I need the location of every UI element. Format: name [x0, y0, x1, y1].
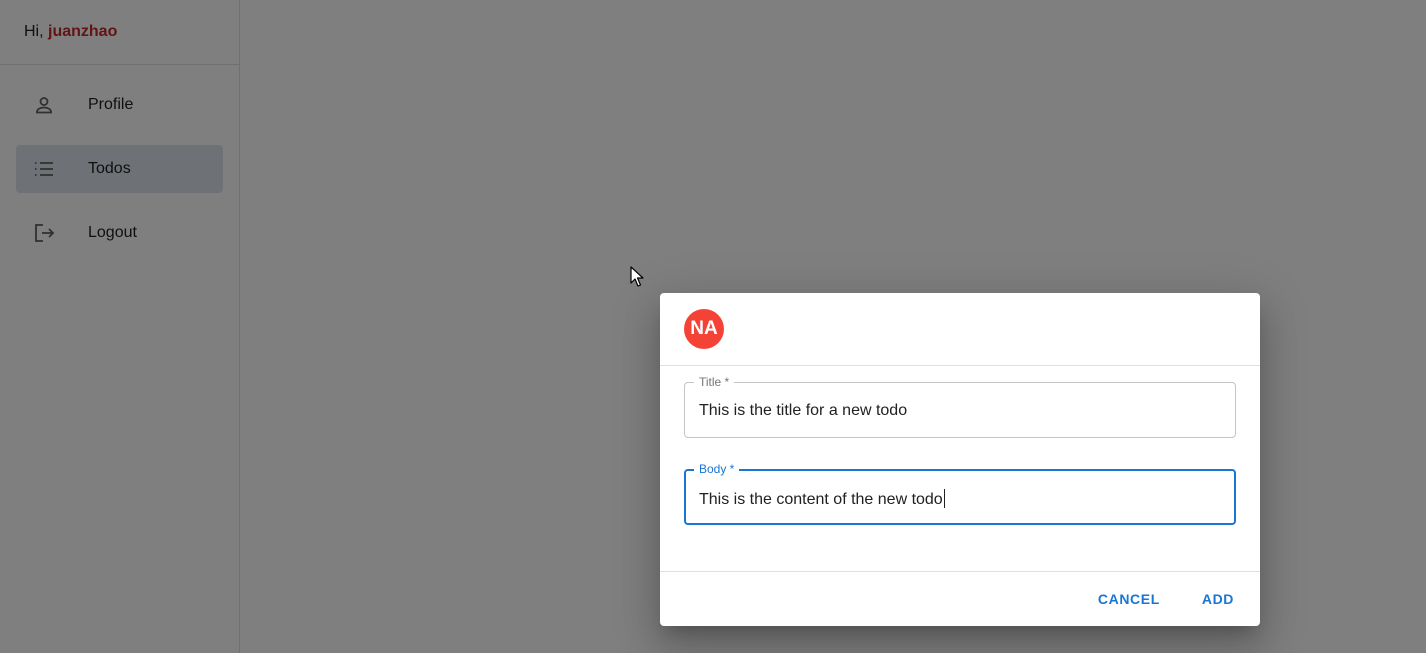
body-input-wrapper[interactable]: This is the content of the new todo: [699, 489, 1220, 509]
new-todo-dialog: NA Title * This is the title for a new t…: [660, 293, 1260, 626]
title-input[interactable]: This is the title for a new todo: [699, 402, 1221, 420]
dialog-actions: CANCEL ADD: [660, 572, 1260, 625]
text-caret: [943, 489, 945, 508]
title-field-label: Title *: [694, 375, 735, 389]
app-root: Hi, juanzhao Profile Todos Logout: [0, 0, 1426, 653]
body-field-label: Body *: [694, 462, 740, 476]
avatar: NA: [684, 309, 724, 349]
title-field[interactable]: Title * This is the title for a new todo: [684, 375, 1236, 438]
mouse-cursor-icon: [630, 266, 644, 287]
add-button[interactable]: ADD: [1192, 583, 1244, 615]
dialog-header: NA: [660, 293, 1260, 366]
body-field[interactable]: Body * This is the content of the new to…: [684, 462, 1236, 525]
cancel-button[interactable]: CANCEL: [1088, 583, 1170, 615]
dialog-content: Title * This is the title for a new todo…: [660, 366, 1260, 572]
body-input[interactable]: This is the content of the new todo: [699, 491, 943, 508]
